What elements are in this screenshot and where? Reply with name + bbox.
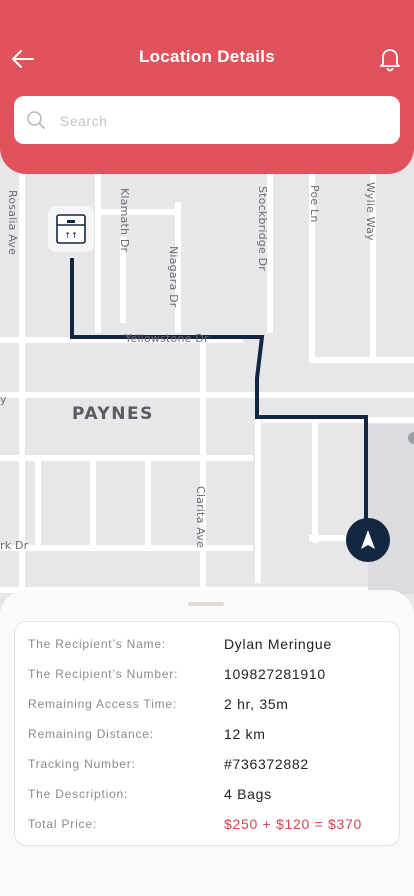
detail-row-description: The Description: 4 Bags xyxy=(15,784,401,804)
street-label: Klamath Dr xyxy=(118,188,131,253)
detail-value: 2 hr, 35m xyxy=(224,696,289,712)
street-label: Wylie Way xyxy=(364,182,377,241)
detail-label: The Recipient’s Name: xyxy=(28,637,166,651)
detail-row-tracking-number: Tracking Number: #736372882 xyxy=(15,754,401,774)
package-marker[interactable]: ↑↑ xyxy=(48,206,94,252)
svg-text:↑↑: ↑↑ xyxy=(64,231,77,240)
street-label: Stockbridge Dr xyxy=(256,186,269,272)
total-price-value: $250 + $120 = $370 xyxy=(224,816,362,832)
street-label: Clarita Ave xyxy=(194,486,207,548)
detail-label: Total Price: xyxy=(28,817,97,831)
detail-row-recipient-name: The Recipient’s Name: Dylan Meringue xyxy=(15,634,401,654)
detail-row-remaining-time: Remaining Access Time: 2 hr, 35m xyxy=(15,694,401,714)
detail-row-recipient-number: The Recipient’s Number: 109827281910 xyxy=(15,664,401,684)
detail-value: 109827281910 xyxy=(224,666,326,682)
details-card: The Recipient’s Name: Dylan Meringue The… xyxy=(14,621,400,846)
detail-label: The Recipient’s Number: xyxy=(28,667,179,681)
navigation-arrow-icon xyxy=(361,530,375,549)
sheet-drag-handle[interactable] xyxy=(188,602,224,606)
district-label: PAYNES xyxy=(72,404,154,424)
street-label: Niagara Dr xyxy=(167,246,180,308)
search-input[interactable] xyxy=(58,106,392,136)
header: Location Details xyxy=(0,0,414,174)
route-path xyxy=(70,258,368,520)
detail-label: Remaining Distance: xyxy=(28,727,154,741)
detail-value: 4 Bags xyxy=(224,786,272,802)
detail-value: #736372882 xyxy=(224,756,309,772)
search-bar xyxy=(14,96,400,144)
street-label: Yellowstone Dr xyxy=(125,332,209,345)
street-label: Poe Ln xyxy=(308,185,321,223)
detail-row-remaining-distance: Remaining Distance: 12 km xyxy=(15,724,401,744)
current-location-marker[interactable] xyxy=(346,518,390,562)
search-icon xyxy=(27,111,45,129)
detail-value: Dylan Meringue xyxy=(224,636,332,652)
detail-label: Remaining Access Time: xyxy=(28,697,177,711)
detail-label: The Description: xyxy=(28,787,129,801)
detail-row-total-price: Total Price: $250 + $120 = $370 xyxy=(15,814,401,834)
street-label: Rosalia Ave xyxy=(6,190,19,256)
notifications-button[interactable] xyxy=(378,46,402,72)
street-label: rk Dr xyxy=(0,539,29,552)
detail-label: Tracking Number: xyxy=(28,757,136,771)
detail-value: 12 km xyxy=(224,726,266,742)
bottom-sheet: The Recipient’s Name: Dylan Meringue The… xyxy=(0,590,414,896)
bell-icon xyxy=(380,49,400,72)
street-label: y xyxy=(0,393,7,406)
page-title: Location Details xyxy=(138,47,276,66)
package-box-icon: ↑↑ xyxy=(56,214,86,244)
